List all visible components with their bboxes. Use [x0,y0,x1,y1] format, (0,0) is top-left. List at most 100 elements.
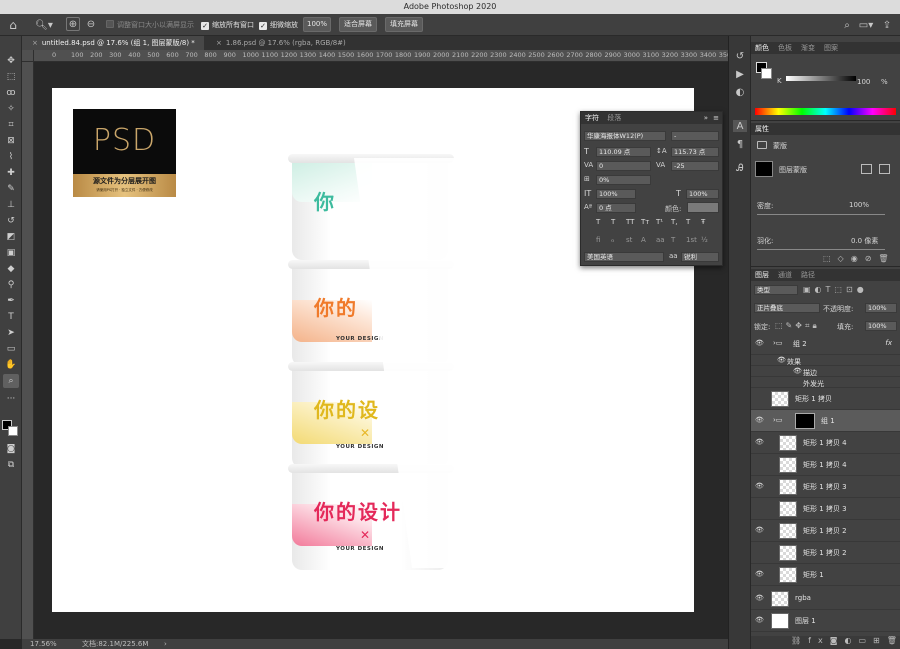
filter-icons[interactable]: ▣◐T⬚⊡● [803,285,868,294]
lasso-tool-icon[interactable]: ꝏ [3,86,19,100]
mask-thumbnail[interactable] [755,161,773,177]
search-icon[interactable]: ⌕ [840,18,854,32]
fill-screen-button[interactable]: 填充屏幕 [385,17,423,32]
mask-action-icons[interactable]: ⬚◇◉⊘🗑︎ [823,254,896,263]
frame-tool-icon[interactable]: ⊠ [3,134,19,148]
brush-tool-icon[interactable]: ✎ [3,182,19,196]
layer-row[interactable]: 👁︎ 图层 1 [751,610,900,632]
layer-row[interactable]: 👁︎ rgba [751,588,900,610]
tab-untitled84[interactable]: × untitled.84.psd @ 17.6% (组 1, 图层蒙版/8) * [22,36,204,50]
font-family-select[interactable]: 华康海报体W12(P) [584,131,666,141]
language-select[interactable]: 美国英语 [584,252,664,262]
baseline-field[interactable]: 0 点 [596,203,636,213]
font-style-select[interactable]: - [671,131,719,141]
dodge-tool-icon[interactable]: ⚲ [3,278,19,292]
history-brush-tool-icon[interactable]: ↺ [3,214,19,228]
feather-value[interactable]: 0.0 像素 [851,236,878,246]
collapse-icon[interactable]: » [704,112,708,124]
type-style-button[interactable]: fi [596,236,600,244]
zoom-tool-icon[interactable]: ⌕ [3,374,19,388]
blend-mode-select[interactable]: 正片叠底 [754,303,820,313]
kerning-field[interactable]: 0 [596,161,651,171]
type-style-button[interactable]: T [596,218,600,226]
zoom-all-windows-checkbox[interactable]: ✓ 缩放所有窗口 [201,20,254,30]
share-icon[interactable]: ⇪ [880,18,894,32]
vertical-scale-field[interactable]: 100% [596,189,636,199]
panel-menu-icon[interactable]: ≡ [713,112,719,124]
layer-row[interactable]: 👁︎ 矩形 1 [751,564,900,586]
close-tab-icon[interactable]: × [32,39,38,47]
crop-tool-icon[interactable]: ⌗ [3,118,19,132]
type-style-button[interactable]: T [686,218,690,226]
tab-color[interactable]: 颜色 [755,44,769,52]
horizontal-scale-field[interactable]: 100% [686,189,719,199]
actions-icon[interactable]: ▶ [733,68,747,80]
visibility-eye-icon[interactable]: 👁︎ [755,526,764,534]
layer-row[interactable]: 👁︎ 矩形 1 拷贝 4 [751,432,900,454]
layer-row[interactable]: 矩形 1 拷贝 3 [751,498,900,520]
density-slider[interactable] [757,214,885,215]
layer-group-row[interactable]: 👁︎ ›▭ fx 组 2 [751,333,900,355]
eyedropper-tool-icon[interactable]: ⌇ [3,150,19,164]
group-mask-thumbnail[interactable] [795,413,815,429]
clone-stamp-tool-icon[interactable]: ⊥ [3,198,19,212]
fx-indicator[interactable]: fx [885,339,892,347]
quick-mask-icon[interactable]: ◙ [3,442,19,456]
layer-row[interactable]: 矩形 1 拷贝 [751,388,900,410]
feather-slider[interactable] [757,249,885,250]
type-style-button[interactable]: st [626,236,632,244]
adjust-icon[interactable]: ◐ [733,86,747,98]
fit-screen-button[interactable]: 适合屏幕 [339,17,377,32]
vector-mask-icon[interactable] [879,164,890,174]
density-value[interactable]: 100% [849,201,869,209]
type-style-button[interactable]: T [611,218,615,226]
select-mask-icon[interactable] [861,164,872,174]
character-icon[interactable]: A [733,120,747,132]
blur-tool-icon[interactable]: ◆ [3,262,19,276]
zoom-100-button[interactable]: 100% [303,17,331,32]
more-tools-icon[interactable]: ··· [3,392,19,406]
visibility-eye-icon[interactable]: 👁︎ [755,482,764,490]
close-tab-icon[interactable]: × [216,39,222,47]
background-color-swatch[interactable] [8,426,18,436]
antialias-select[interactable]: 锐利 [681,252,719,262]
tracking-field[interactable]: -25 [671,161,719,171]
type-style-button[interactable]: aa [656,236,665,244]
tab-properties[interactable]: 属性 [755,125,769,133]
layer-row[interactable]: 👁︎ 矩形 1 拷贝 2 [751,520,900,542]
layers-footer-icons[interactable]: ⛓fx◙◐▭⊞🗑︎ [751,636,900,649]
magic-wand-tool-icon[interactable]: ✧ [3,102,19,116]
leading-field[interactable]: 115.73 点 [671,147,719,157]
visibility-eye-icon[interactable]: 👁︎ [755,616,764,624]
layer-effect-row[interactable]: 外发光 [751,377,900,388]
type-style-button[interactable]: A [641,236,646,244]
screen-mode-icon[interactable]: ⧉ [3,458,19,472]
type-style-button[interactable]: ½ [701,236,708,244]
tab-paths[interactable]: 路径 [801,271,815,279]
status-expand-icon[interactable]: › [164,639,167,649]
tab-gradients[interactable]: 渐变 [801,44,815,52]
visibility-eye-icon[interactable]: 👁︎ [755,339,764,347]
eraser-tool-icon[interactable]: ◩ [3,230,19,244]
tab-patterns[interactable]: 图案 [824,44,838,52]
rectangle-tool-icon[interactable]: ▭ [3,342,19,356]
layer-group-row[interactable]: 👁︎ ›▭ 组 1 [751,410,900,432]
tab-paragraph[interactable]: 段落 [607,114,621,122]
visibility-eye-icon[interactable]: 👁︎ [755,594,764,602]
color-spectrum-bar[interactable] [755,108,896,115]
type-style-button[interactable]: 1st [686,236,697,244]
visibility-eye-icon[interactable]: 👁︎ [755,570,764,578]
type-style-button[interactable]: Tт [641,218,649,226]
text-color-swatch[interactable] [687,202,719,213]
tsume-field[interactable]: 0% [596,175,651,185]
layer-filter-select[interactable]: 类型 [754,285,798,295]
gradient-tool-icon[interactable]: ▣ [3,246,19,260]
marquee-tool-icon[interactable]: ⬚ [3,70,19,84]
fill-field[interactable]: 100% [865,321,897,331]
glyphs-icon[interactable]: Ꭿ [733,162,747,174]
k-value[interactable]: 100 [857,78,870,86]
resize-windows-checkbox[interactable]: 调整窗口大小以满屏显示 [106,20,194,30]
opacity-field[interactable]: 100% [865,303,897,313]
type-style-button[interactable]: T¹ [656,218,663,226]
layer-effect-row[interactable]: 👁︎ 描边 [751,366,900,377]
